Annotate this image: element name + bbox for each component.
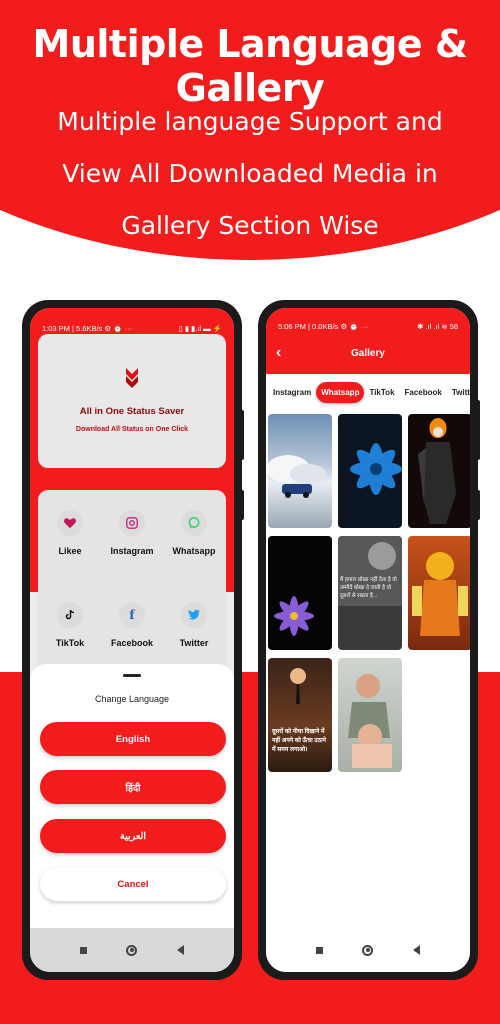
home-icon[interactable]: [362, 944, 374, 956]
heart-icon: [57, 510, 83, 536]
gallery-tabs: Instagram Whatsapp TikTok Facebook Twitt…: [266, 376, 470, 408]
cancel-button[interactable]: Cancel: [40, 867, 226, 901]
gallery-thumb-kids-photo[interactable]: [338, 658, 402, 772]
home-icon[interactable]: [126, 944, 138, 956]
apps-grid: Likee Instagram Whatsapp TikTok f Facebo…: [38, 490, 226, 680]
thumb-quote-text: दूसरों को नीचा दिखाने में नहीं अपने को ऊ…: [272, 729, 326, 753]
gallery-thumb-blue-flower[interactable]: [338, 414, 402, 528]
app-twitter[interactable]: Twitter: [164, 602, 224, 648]
language-hindi-button[interactable]: हिंदी: [40, 770, 226, 804]
power-button: [476, 490, 480, 520]
system-nav-bar: [266, 928, 470, 972]
status-time: 5:06 PM | 0.0KB/s ⚙ ⏰ ···: [278, 322, 369, 331]
twitter-icon: [181, 602, 207, 628]
app-whatsapp[interactable]: Whatsapp: [164, 510, 224, 556]
right-phone: 5:06 PM | 0.0KB/s ⚙ ⏰ ··· ✱ .ıl .ıl ≋ 58…: [258, 300, 480, 980]
gallery-thumb-ghost-rider[interactable]: [408, 414, 470, 528]
hero-title: All in One Status Saver: [79, 406, 185, 417]
volume-button: [240, 410, 244, 460]
app-instagram[interactable]: Instagram: [102, 510, 162, 556]
chevron-down-logo-icon: [126, 368, 138, 388]
gallery-thumb-purple-flower[interactable]: [268, 536, 332, 650]
tab-facebook[interactable]: Facebook: [400, 382, 447, 403]
recents-icon[interactable]: [315, 946, 323, 954]
tiktok-icon: [57, 602, 83, 628]
gallery-thumb-quote-boy[interactable]: मैं हमारा धोखा नहीं देता है वो उम्मीदें …: [338, 536, 402, 650]
sheet-title: Change Language: [94, 694, 170, 704]
thumb-quote-text: मैं हमारा धोखा नहीं देता है वो उम्मीदें …: [340, 577, 397, 599]
back-icon[interactable]: [177, 945, 185, 955]
app-label: Twitter: [179, 638, 209, 648]
app-label: Whatsapp: [172, 546, 216, 556]
app-tiktok[interactable]: TikTok: [40, 602, 100, 648]
hero-subtitle: Download All Status on One Click: [75, 426, 189, 433]
tab-tiktok[interactable]: TikTok: [364, 382, 399, 403]
volume-button: [476, 400, 480, 460]
system-nav-bar: [30, 928, 234, 972]
right-screen: 5:06 PM | 0.0KB/s ⚙ ⏰ ··· ✱ .ıl .ıl ≋ 58…: [266, 308, 470, 972]
app-label: Instagram: [110, 546, 154, 556]
app-likee[interactable]: Likee: [40, 510, 100, 556]
instagram-icon: [119, 510, 145, 536]
app-label: Likee: [58, 546, 82, 556]
app-label: TikTok: [55, 638, 85, 648]
gallery-thumb-car-smoke[interactable]: [268, 414, 332, 528]
app-label: Facebook: [110, 638, 153, 648]
whatsapp-icon: [181, 510, 207, 536]
status-bar: 5:06 PM | 0.0KB/s ⚙ ⏰ ··· ✱ .ıl .ıl ≋ 58: [266, 322, 470, 331]
back-icon[interactable]: [413, 945, 421, 955]
left-phone: 1:03 PM | 5.6KB/s ⚙ ⏰ ··· ▯ ▮ ▮.ıl ▬ ⚡ A…: [22, 300, 244, 980]
page-title: Gallery: [351, 348, 385, 359]
gallery-thumb-hanuman[interactable]: [408, 536, 470, 650]
promo-page: Multiple Language & Gallery Multiple lan…: [0, 0, 500, 1024]
subline: Multiple language Support and View All D…: [57, 107, 443, 240]
change-language-sheet: Change Language English हिंदी العربية Ca…: [30, 664, 234, 928]
sheet-grabber[interactable]: [123, 674, 141, 677]
status-icons: ✱ .ıl .ıl ≋ 58: [417, 322, 458, 331]
app-facebook[interactable]: f Facebook: [102, 602, 162, 648]
recents-icon[interactable]: [79, 946, 87, 954]
power-button: [240, 490, 244, 520]
language-english-button[interactable]: English: [40, 722, 226, 756]
tab-instagram[interactable]: Instagram: [268, 382, 316, 403]
language-arabic-button[interactable]: العربية: [40, 819, 226, 853]
tab-twitter[interactable]: Twitter: [447, 382, 470, 403]
facebook-icon: f: [119, 602, 145, 628]
gallery-app-bar: 5:06 PM | 0.0KB/s ⚙ ⏰ ··· ✱ .ıl .ıl ≋ 58…: [266, 308, 470, 374]
tab-whatsapp[interactable]: Whatsapp: [316, 381, 365, 403]
gallery-thumb-moon-quote[interactable]: दूसरों को नीचा दिखाने में नहीं अपने को ऊ…: [268, 658, 332, 772]
left-screen: 1:03 PM | 5.6KB/s ⚙ ⏰ ··· ▯ ▮ ▮.ıl ▬ ⚡ A…: [30, 308, 234, 972]
hero-card: All in One Status Saver Download All Sta…: [38, 334, 226, 468]
